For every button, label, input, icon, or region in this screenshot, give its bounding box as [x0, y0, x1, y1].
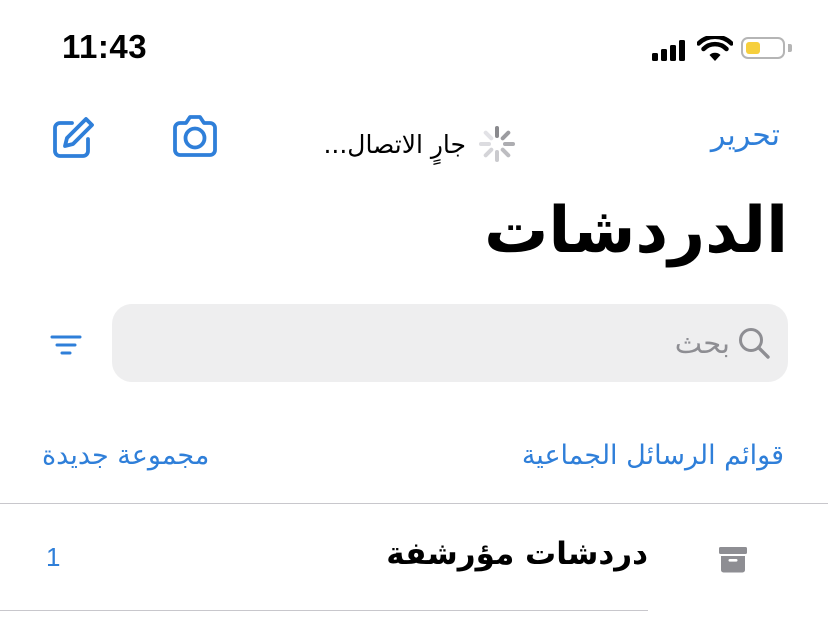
connection-status: جارٍ الاتصال... — [323, 125, 516, 163]
search-icon — [739, 328, 770, 359]
archived-chats-label: دردشات مؤرشفة — [386, 536, 648, 572]
search-placeholder: بحث — [674, 326, 730, 360]
filter-icon[interactable] — [50, 334, 82, 358]
search-input[interactable]: بحث — [112, 304, 788, 382]
battery-cap — [788, 44, 792, 52]
archived-count-badge: 1 — [46, 542, 61, 572]
page-title: الدردشات — [484, 194, 788, 268]
row-divider — [0, 610, 648, 611]
battery-level — [746, 42, 760, 54]
new-group-link[interactable]: مجموعة جديدة — [42, 440, 209, 471]
archived-chats-row[interactable]: دردشات مؤرشفة 1 — [0, 504, 828, 610]
cellular-signal-icon — [652, 39, 692, 61]
status-time: 11:43 — [62, 28, 148, 65]
wifi-icon — [697, 36, 733, 61]
edit-button[interactable]: تحرير — [711, 118, 780, 153]
loading-spinner-icon — [479, 126, 515, 162]
battery-icon — [741, 37, 785, 59]
search-content: بحث — [675, 304, 772, 382]
connecting-label: جارٍ الاتصال... — [323, 129, 466, 159]
camera-icon[interactable] — [170, 114, 220, 160]
chats-screen: 11:43 جارٍ الاتصال... تحرير الدردشات بحث… — [0, 0, 828, 629]
archive-box-icon — [719, 547, 747, 573]
broadcast-lists-link[interactable]: قوائم الرسائل الجماعية — [522, 440, 784, 471]
compose-icon[interactable] — [48, 115, 96, 163]
